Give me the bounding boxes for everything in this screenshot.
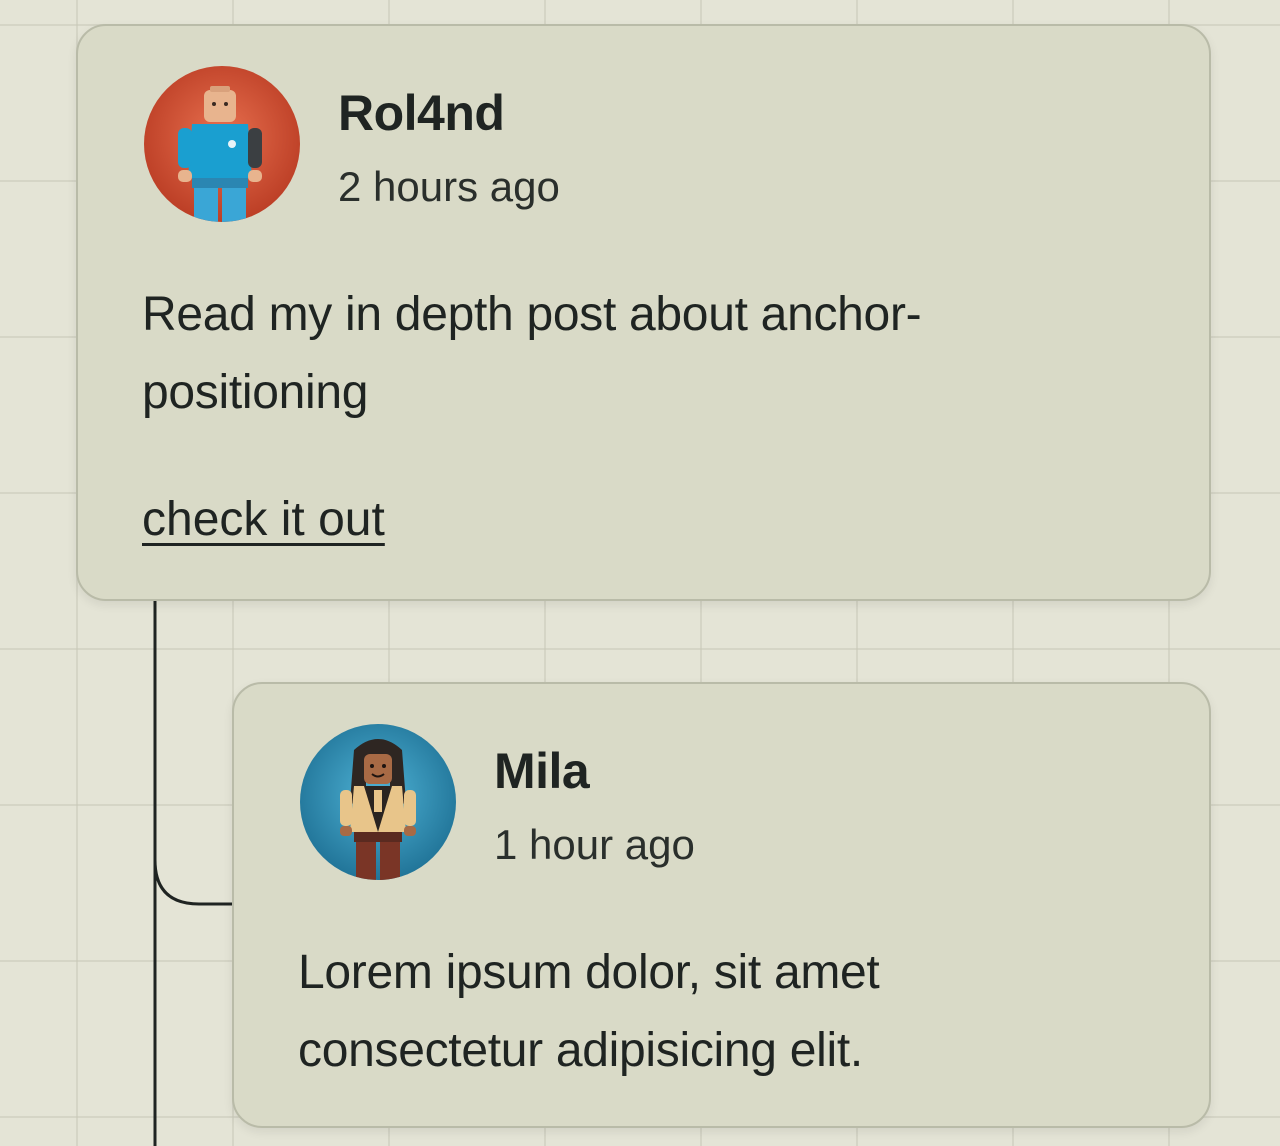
author-avatar[interactable] xyxy=(144,66,300,222)
check-it-out-link[interactable]: check it out xyxy=(142,496,385,544)
author-avatar[interactable] xyxy=(300,724,456,880)
reply-body: Lorem ipsum dolor, sit amet consectetur … xyxy=(298,946,880,1077)
reply-card: Mila 1 hour ago Lorem ipsum dolor, sit a… xyxy=(232,682,1211,1128)
author-name[interactable]: Mila xyxy=(494,746,590,796)
reply-timestamp: 1 hour ago xyxy=(494,821,695,868)
author-name[interactable]: Rol4nd xyxy=(338,88,505,138)
post-card: Rol4nd 2 hours ago Read my in depth post… xyxy=(76,24,1211,601)
post-body: Read my in depth post about anchor-posit… xyxy=(142,288,922,419)
lego-minifig-avatar-icon xyxy=(300,724,456,880)
post-timestamp: 2 hours ago xyxy=(338,163,560,210)
lego-minifig-avatar-icon xyxy=(144,66,300,222)
